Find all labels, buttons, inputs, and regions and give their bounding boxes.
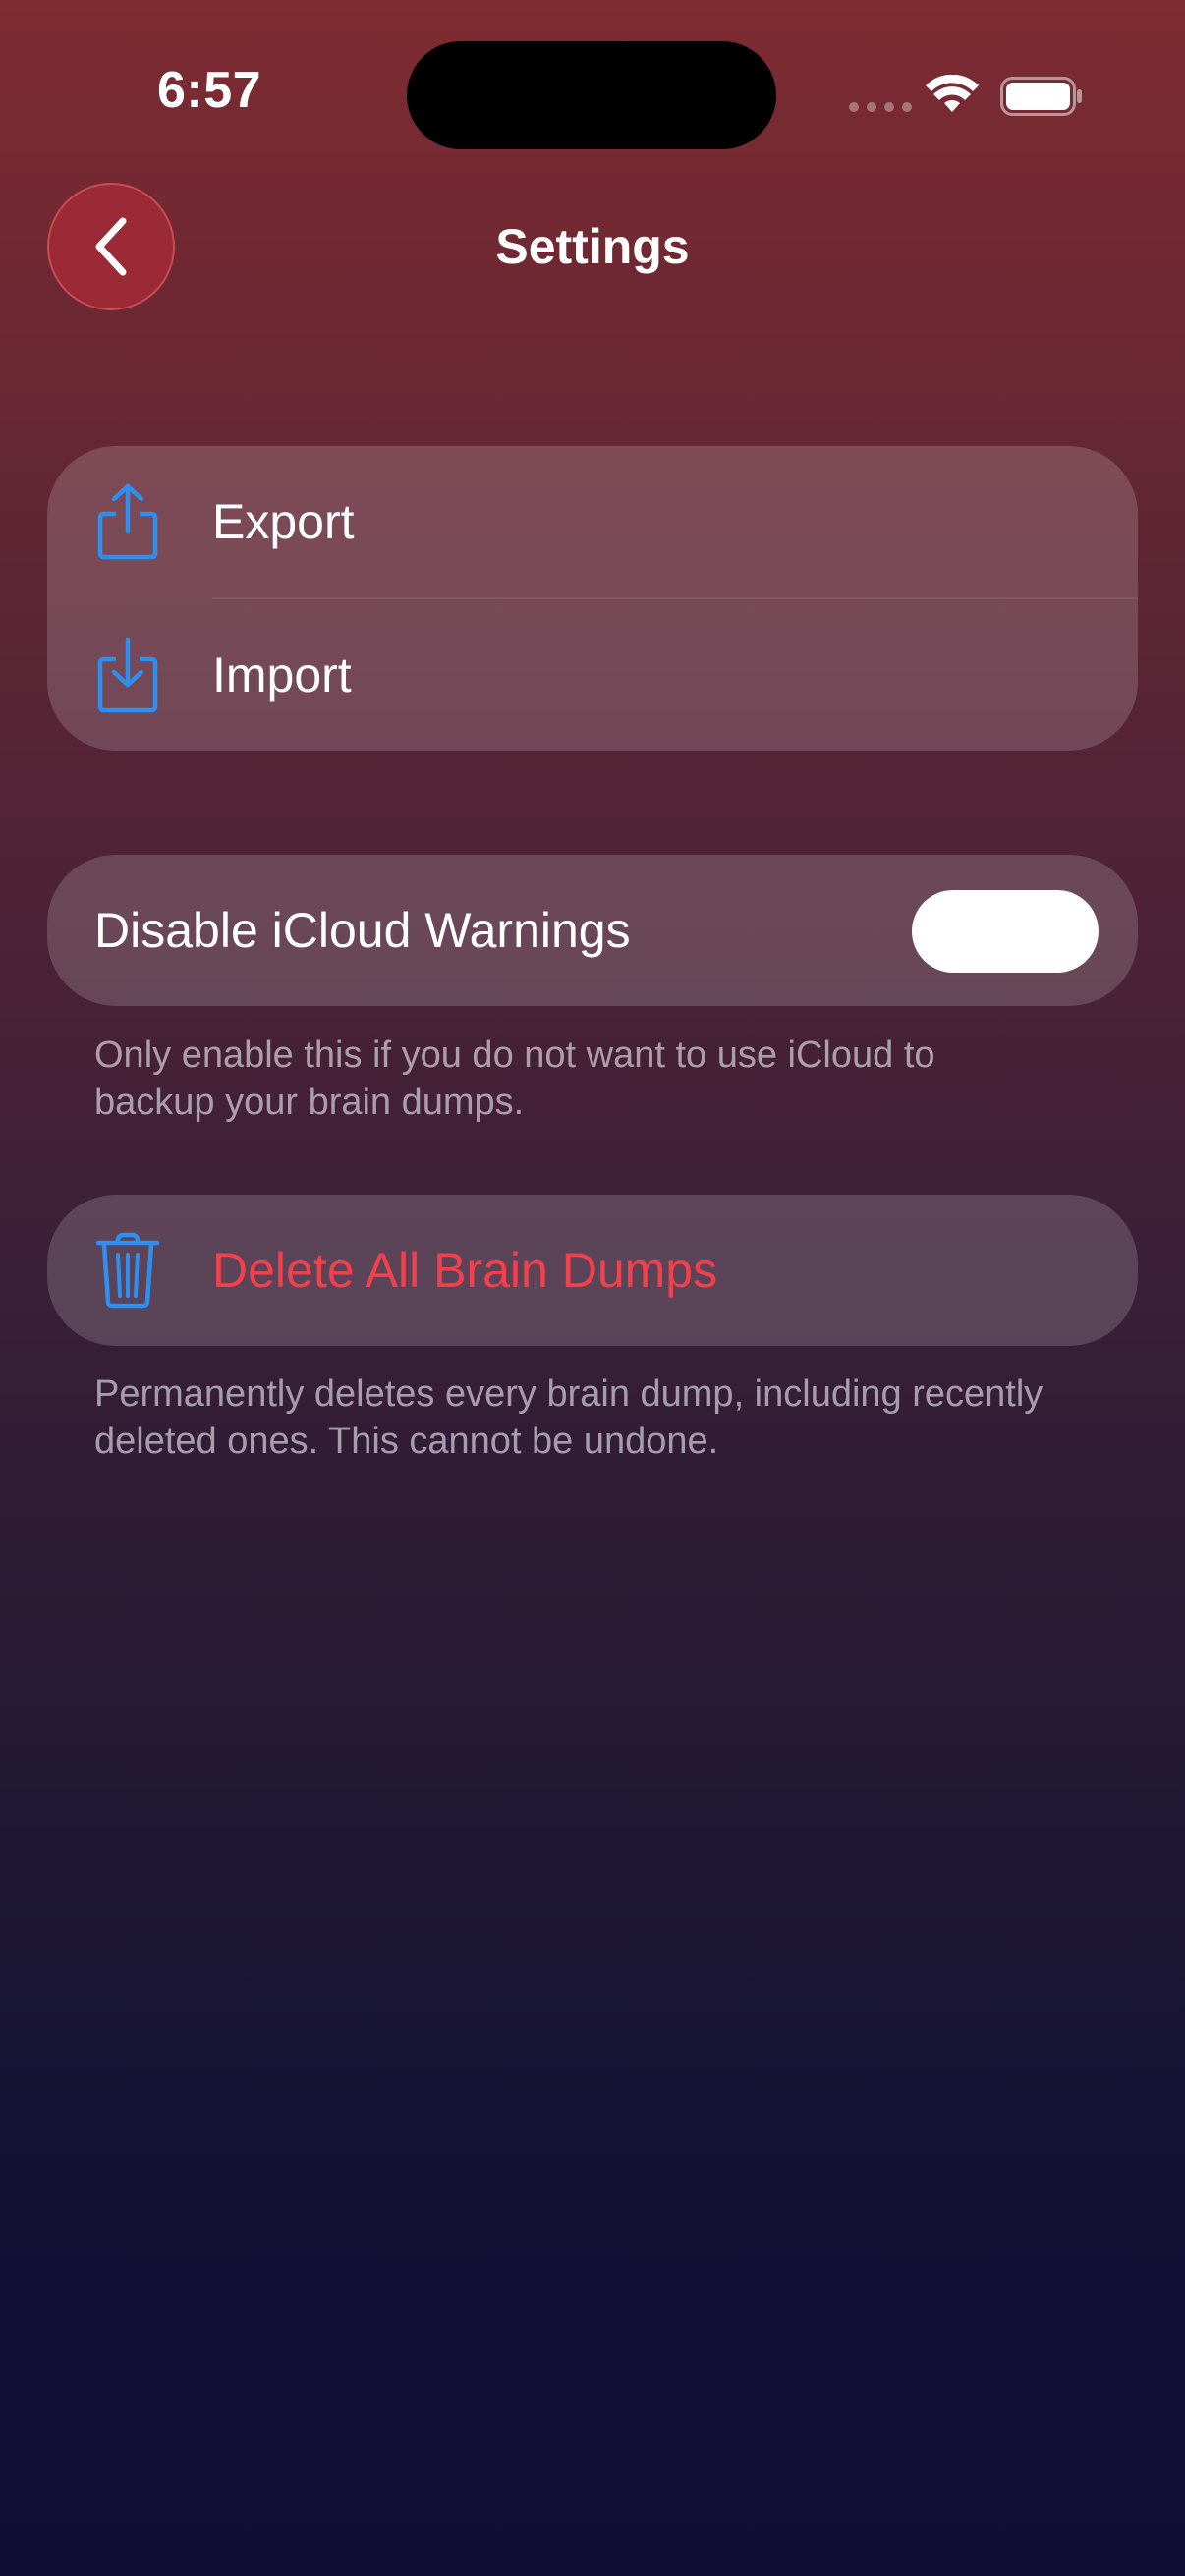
import-label: Import — [212, 647, 352, 702]
icloud-warnings-toggle[interactable] — [912, 890, 1099, 973]
delete-all-label: Delete All Brain Dumps — [212, 1243, 718, 1298]
export-label: Export — [212, 494, 355, 549]
wifi-icon — [926, 75, 979, 112]
dynamic-island — [407, 41, 776, 149]
delete-all-button[interactable]: Delete All Brain Dumps — [47, 1195, 1138, 1346]
trash-icon — [94, 1231, 161, 1310]
icloud-warnings-row: Disable iCloud Warnings — [47, 855, 1138, 1006]
download-tray-icon — [94, 636, 161, 714]
export-row[interactable]: Export — [47, 446, 1138, 597]
status-time: 6:57 — [157, 62, 262, 119]
icloud-warnings-label: Disable iCloud Warnings — [94, 903, 631, 958]
icloud-footnote: Only enable this if you do not want to u… — [94, 1035, 935, 1123]
share-upload-icon — [94, 482, 161, 561]
cellular-signal-icon — [849, 102, 912, 112]
battery-icon — [1000, 77, 1082, 116]
transfer-group: Export Import — [47, 446, 1138, 751]
import-row[interactable]: Import — [47, 599, 1138, 751]
page-title: Settings — [495, 219, 690, 274]
delete-footnote: Permanently deletes every brain dump, in… — [94, 1373, 1044, 1462]
